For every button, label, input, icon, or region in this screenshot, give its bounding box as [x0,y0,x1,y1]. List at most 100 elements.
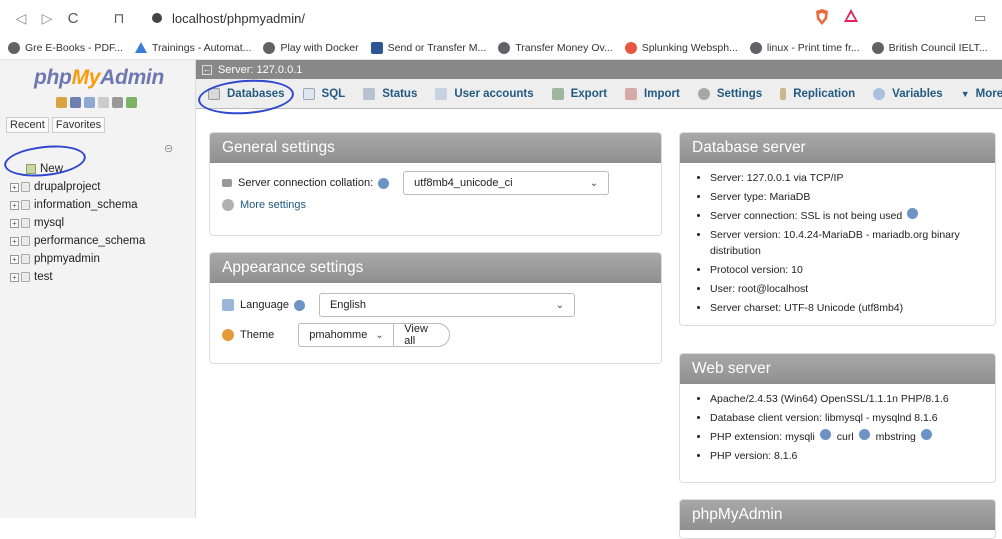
more-settings-link[interactable]: More settings [240,199,306,211]
sidebar-icon-row [56,97,137,108]
globe-icon [749,41,762,54]
bookmark-item[interactable]: linux - Print time fr... [749,41,860,54]
wrench-icon [697,87,710,100]
bookmarks-bar: Gre E-Books - PDF... Trainings - Automat… [0,36,1002,60]
sql-icon [302,87,315,100]
database-server-panel: Database server Server: 127.0.0.1 via TC… [679,132,996,326]
help-icon[interactable] [378,177,390,189]
list-item: PHP extension: mysqli curl mbstring [710,428,983,447]
globe-icon [8,41,20,54]
help-icon[interactable] [84,97,95,108]
bookmark-item[interactable]: Trainings - Automat... [135,42,251,54]
back-icon[interactable]: ◁ [10,7,32,29]
bookmark-item[interactable]: British Council IELT... [871,41,988,54]
tab-user-accounts[interactable]: User accounts [435,87,534,100]
tab-recent[interactable]: Recent [6,117,49,133]
expand-icon[interactable]: + [10,182,19,192]
address-bar[interactable]: localhost/phpmyadmin/ [172,11,305,26]
triangle-icon [135,42,148,53]
help-icon[interactable] [907,208,919,219]
tree-item-mysql[interactable]: + mysql [10,214,145,232]
bookmark-item[interactable]: Splunking Websph... [624,41,738,54]
tab-status[interactable]: Status [363,87,417,100]
phpmyadmin-logo[interactable]: phpMyAdmin [34,66,164,90]
database-icon [21,218,30,228]
list-item: Apache/2.4.53 (Win64) OpenSSL/1.1.1n PHP… [710,390,983,409]
tree-item-performance-schema[interactable]: + performance_schema [10,232,145,250]
expand-icon[interactable]: + [10,200,19,210]
help-icon[interactable] [819,429,831,440]
tab-replication[interactable]: Replication [780,87,855,100]
list-item: Protocol version: 10 [710,261,983,280]
language-label: Language [240,299,289,311]
theme-icon [222,329,234,341]
web-server-panel: Web server Apache/2.4.53 (Win64) OpenSSL… [679,353,996,483]
collation-label: Server connection collation: [238,177,374,189]
collapse-icon[interactable]: ← [202,64,212,75]
bookmark-item[interactable]: Play with Docker [263,41,359,54]
docs-icon[interactable] [98,97,109,108]
globe-icon [871,41,884,54]
tab-variables[interactable]: Variables [873,87,943,100]
brave-shield-icon[interactable] [814,8,830,26]
gear-icon[interactable] [112,97,123,108]
globe-icon [263,41,276,54]
tab-more[interactable]: ▼ More [961,88,1002,100]
chevron-down-icon: ⌄ [375,329,384,341]
view-all-button[interactable]: View all [394,323,451,347]
theme-select[interactable]: pmahomme ⌄ [298,323,395,347]
list-item: Database client version: libmysql - mysq… [710,409,983,428]
help-icon[interactable] [293,299,305,311]
wallet-icon[interactable]: ▭ [974,10,986,26]
tree-item-test[interactable]: + test [10,268,145,286]
bookmark-item[interactable]: Gre E-Books - PDF... [8,41,123,54]
tab-export[interactable]: Export [551,87,607,100]
language-icon [222,299,234,311]
globe-icon [498,41,511,54]
panel-title: Database server [680,133,995,163]
import-icon [625,87,638,100]
expand-icon[interactable]: + [10,272,19,282]
site-info-icon[interactable] [152,13,162,23]
expand-icon[interactable]: + [10,254,19,264]
database-icon [21,200,30,210]
help-icon[interactable] [920,429,932,440]
recent-favorites-tabs: Recent Favorites [6,117,106,133]
phpmyadmin-info-panel: phpMyAdmin [679,499,996,539]
tab-settings[interactable]: Settings [697,87,762,100]
collation-select[interactable]: utf8mb4_unicode_ci ⌄ [403,171,610,195]
tree-item-drupalproject[interactable]: + drupalproject [10,178,145,196]
home-icon[interactable] [56,97,67,108]
browser-toolbar: ◁ ▷ C ⊓ localhost/phpmyadmin/ ▭ [0,0,1002,36]
language-select[interactable]: English ⌄ [318,293,575,317]
main-menu: Databases SQL Status User accounts Expor… [196,79,1002,109]
general-settings-panel: General settings Server connection colla… [209,132,662,236]
tab-favorites[interactable]: Favorites [51,117,106,133]
list-item: Server version: 10.4.24-MariaDB - mariad… [710,226,983,261]
database-icon [21,272,30,282]
bookmark-item[interactable]: Transfer Money Ov... [498,41,613,54]
users-icon [435,87,448,100]
bookmark-item[interactable]: Send or Transfer M... [370,41,486,54]
tab-sql[interactable]: SQL [302,87,345,100]
logout-icon[interactable] [70,97,81,108]
tree-item-phpmyadmin[interactable]: + phpmyadmin [10,250,145,268]
tab-import[interactable]: Import [625,87,680,100]
expand-icon[interactable]: + [10,218,19,228]
forward-icon[interactable]: ▷ [36,7,58,29]
expand-icon[interactable]: + [10,236,19,246]
list-item: Server type: MariaDB [710,188,983,207]
reload-icon[interactable]: C [62,7,84,29]
variables-icon [873,87,886,100]
server-link[interactable]: Server: 127.0.0.1 [218,64,302,76]
help-icon[interactable] [858,429,870,440]
link-icon[interactable]: ⊝ [164,142,173,155]
bookmark-icon[interactable]: ⊓ [108,7,130,29]
list-item: User: root@localhost [710,280,983,299]
brave-rewards-icon[interactable] [843,8,859,24]
tree-item-information-schema[interactable]: + information_schema [10,196,145,214]
reload-nav-icon[interactable] [126,97,137,108]
database-icon [21,236,30,246]
phpmyadmin-app: phpMyAdmin Recent Favorites ⊝ New + drupa… [0,60,1002,539]
database-tree: New + drupalproject + information_schema +… [10,160,145,286]
